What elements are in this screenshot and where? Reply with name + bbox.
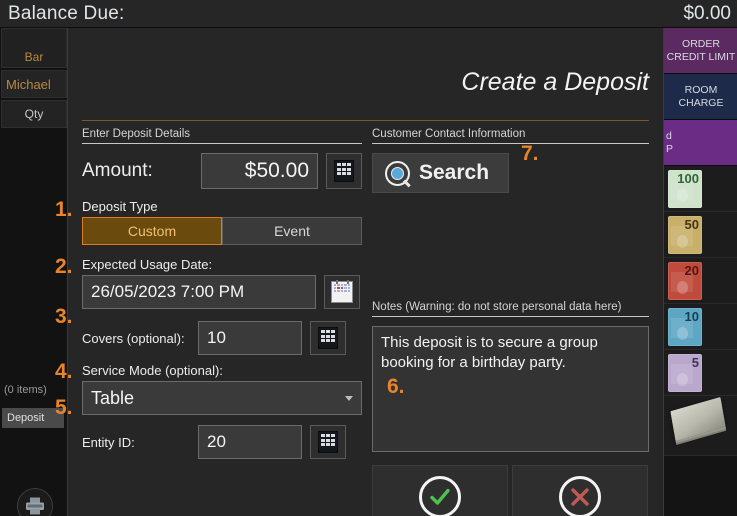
calculator-icon [318, 431, 338, 453]
sidebar-cell-qty[interactable]: Qty [1, 100, 67, 128]
usage-date-label: Expected Usage Date: [82, 257, 213, 272]
cancel-button[interactable] [512, 465, 648, 516]
magnifier-icon [385, 160, 411, 187]
calculator-icon [334, 160, 354, 182]
deposit-tab-label: Deposit [7, 412, 45, 424]
covers-keypad-button[interactable] [310, 321, 346, 355]
service-mode-label: Service Mode (optional): [82, 363, 223, 378]
step-marker-1: 1. [55, 198, 73, 221]
usage-date-input[interactable]: 26/05/2023 7:00 PM [82, 275, 316, 309]
deposit-type-custom-button[interactable]: Custom [82, 217, 222, 245]
amount-keypad-button[interactable] [326, 153, 362, 189]
notes-divider [372, 316, 649, 317]
right-sidebar: ORDER CREDIT LIMIT ROOM CHARGE dP 100 50 2… [663, 28, 737, 516]
covers-input[interactable]: 10 [198, 321, 302, 355]
customer-search-label: Search [419, 161, 490, 184]
balance-due-label: Balance Due: [8, 2, 125, 24]
printer-icon [17, 488, 53, 516]
note-5-icon: 5 [668, 354, 702, 392]
notes-textarea[interactable]: This deposit is to secure a group bookin… [372, 326, 649, 452]
sidebar-cell-qty-label: Qty [24, 107, 44, 121]
step-marker-4: 4. [55, 360, 73, 383]
calendar-icon [331, 280, 353, 303]
right-button-partial[interactable]: dP [664, 120, 737, 166]
service-mode-select[interactable]: Table [82, 381, 362, 415]
covers-row: Covers (optional): 10 [82, 321, 362, 355]
step-marker-7: 7. [521, 142, 539, 165]
balance-due-value: $0.00 [683, 2, 731, 24]
receipt-button[interactable]: Receipt [12, 488, 58, 516]
entity-id-label: Entity ID: [82, 434, 135, 450]
sidebar-cell-bar[interactable]: Bar [1, 28, 67, 68]
note-5-denom: 5 [691, 355, 699, 370]
cash-button-20[interactable]: 20 [664, 258, 737, 304]
usage-date-picker-button[interactable] [324, 275, 360, 309]
dialog-actions [372, 465, 648, 516]
note-10-icon: 10 [668, 308, 702, 346]
cash-button-100[interactable]: 100 [664, 166, 737, 212]
amount-label: Amount: [82, 160, 153, 181]
title-divider [82, 120, 649, 121]
pos-screen: Balance Due: $0.00 Bar Michael Qty (0 it… [0, 0, 737, 516]
note-100-icon: 100 [668, 170, 702, 208]
right-button-order-credit-limit[interactable]: ORDER CREDIT LIMIT [664, 28, 737, 74]
top-balance-bar: Balance Due: $0.00 [0, 0, 737, 28]
note-20-icon: 20 [668, 262, 702, 300]
deposit-type-event-button[interactable]: Event [222, 217, 362, 245]
customer-contact-divider [372, 143, 649, 144]
customer-contact-heading: Customer Contact Information [372, 128, 526, 140]
right-button-room-charge[interactable]: ROOM CHARGE [664, 74, 737, 120]
cash-button-5[interactable]: 5 [664, 350, 737, 396]
cash-button-10[interactable]: 10 [664, 304, 737, 350]
create-deposit-dialog: Create a Deposit Enter Deposit Details A… [68, 28, 663, 516]
deposit-details-heading: Enter Deposit Details [82, 128, 191, 140]
service-mode-value: Table [91, 387, 135, 408]
deposit-type-toggle: Custom Event [82, 217, 362, 245]
note-50-denom: 50 [684, 217, 699, 232]
items-count: (0 items) [4, 384, 47, 396]
right-button-partial-label: dP [666, 130, 674, 155]
deposit-details-divider [82, 143, 362, 144]
deposit-type-label: Deposit Type [82, 199, 158, 214]
check-circle-icon [419, 476, 461, 516]
entity-id-row: Entity ID: 20 [82, 425, 362, 459]
covers-label: Covers (optional): [82, 330, 185, 346]
notes-heading: Notes (Warning: do not store personal da… [372, 301, 622, 313]
confirm-button[interactable] [372, 465, 508, 516]
cash-bundle-icon [670, 396, 726, 442]
customer-contact-column: Customer Contact Information Search Note… [372, 128, 649, 452]
sidebar-cell-operator[interactable]: Michael [1, 70, 67, 98]
step-marker-6: 6. [387, 375, 405, 398]
sidebar-cell-operator-label: Michael [6, 76, 51, 92]
cash-button-bundle[interactable] [664, 396, 737, 456]
entity-id-input[interactable]: 20 [198, 425, 302, 459]
amount-row: Amount: $50.00 [82, 153, 362, 189]
note-20-denom: 20 [684, 263, 699, 278]
step-marker-5: 5. [55, 396, 73, 419]
amount-input[interactable]: $50.00 [200, 153, 318, 189]
x-circle-icon [559, 476, 601, 516]
calculator-icon [318, 327, 338, 349]
usage-date-row: 26/05/2023 7:00 PM [82, 275, 362, 309]
right-button-order-credit-limit-label: ORDER CREDIT LIMIT [666, 38, 736, 63]
chevron-down-icon [345, 395, 353, 401]
page-title: Create a Deposit [461, 68, 649, 96]
right-button-room-charge-label: ROOM CHARGE [678, 84, 724, 109]
step-marker-3: 3. [55, 305, 73, 328]
customer-search-button[interactable]: Search [372, 153, 509, 193]
step-marker-2: 2. [55, 255, 73, 278]
sidebar-cell-bar-label: Bar [24, 50, 44, 64]
note-10-denom: 10 [684, 309, 699, 324]
cash-button-50[interactable]: 50 [664, 212, 737, 258]
deposit-details-column: Enter Deposit Details Amount: $50.00 Dep… [82, 128, 362, 459]
note-50-icon: 50 [668, 216, 702, 254]
note-100-denom: 100 [677, 171, 699, 186]
entity-id-keypad-button[interactable] [310, 425, 346, 459]
